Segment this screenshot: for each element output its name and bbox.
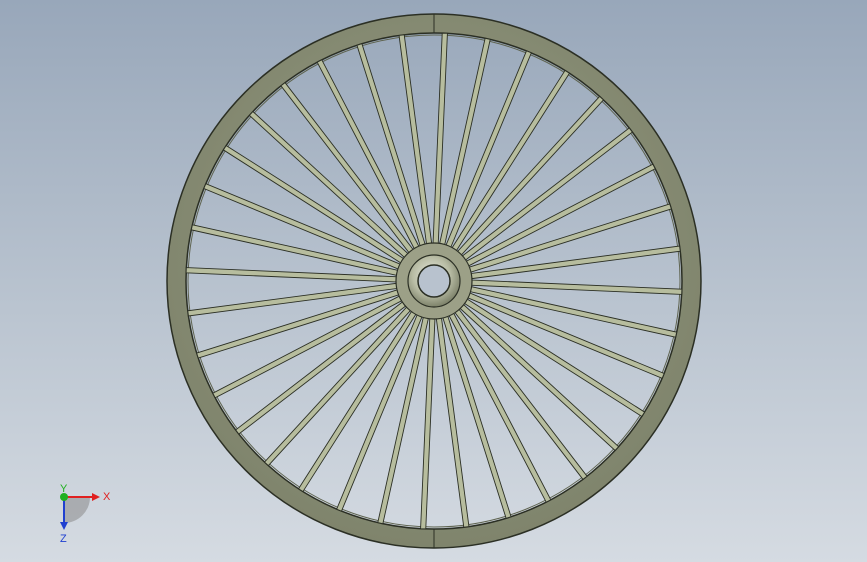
x-axis-label: X	[103, 491, 111, 503]
spoke[interactable]	[185, 267, 399, 283]
spoke[interactable]	[438, 37, 491, 247]
spoke[interactable]	[468, 285, 678, 338]
spoke[interactable]	[420, 316, 436, 530]
hub-axle-hole[interactable]	[417, 264, 451, 298]
spoke[interactable]	[432, 32, 448, 246]
coordinate-triad: X Z Y	[60, 483, 111, 545]
x-axis-arrow	[92, 493, 100, 501]
spoke[interactable]	[469, 279, 683, 295]
wheel-model[interactable]	[0, 0, 867, 562]
y-axis-label: Y	[60, 483, 68, 495]
spoke[interactable]	[190, 224, 400, 277]
z-axis-arrow	[60, 522, 68, 530]
z-axis-label: Z	[60, 533, 67, 545]
triad-shadow	[64, 497, 90, 523]
spoke[interactable]	[377, 315, 430, 525]
graphics-viewport[interactable]: X Z Y	[0, 0, 867, 562]
